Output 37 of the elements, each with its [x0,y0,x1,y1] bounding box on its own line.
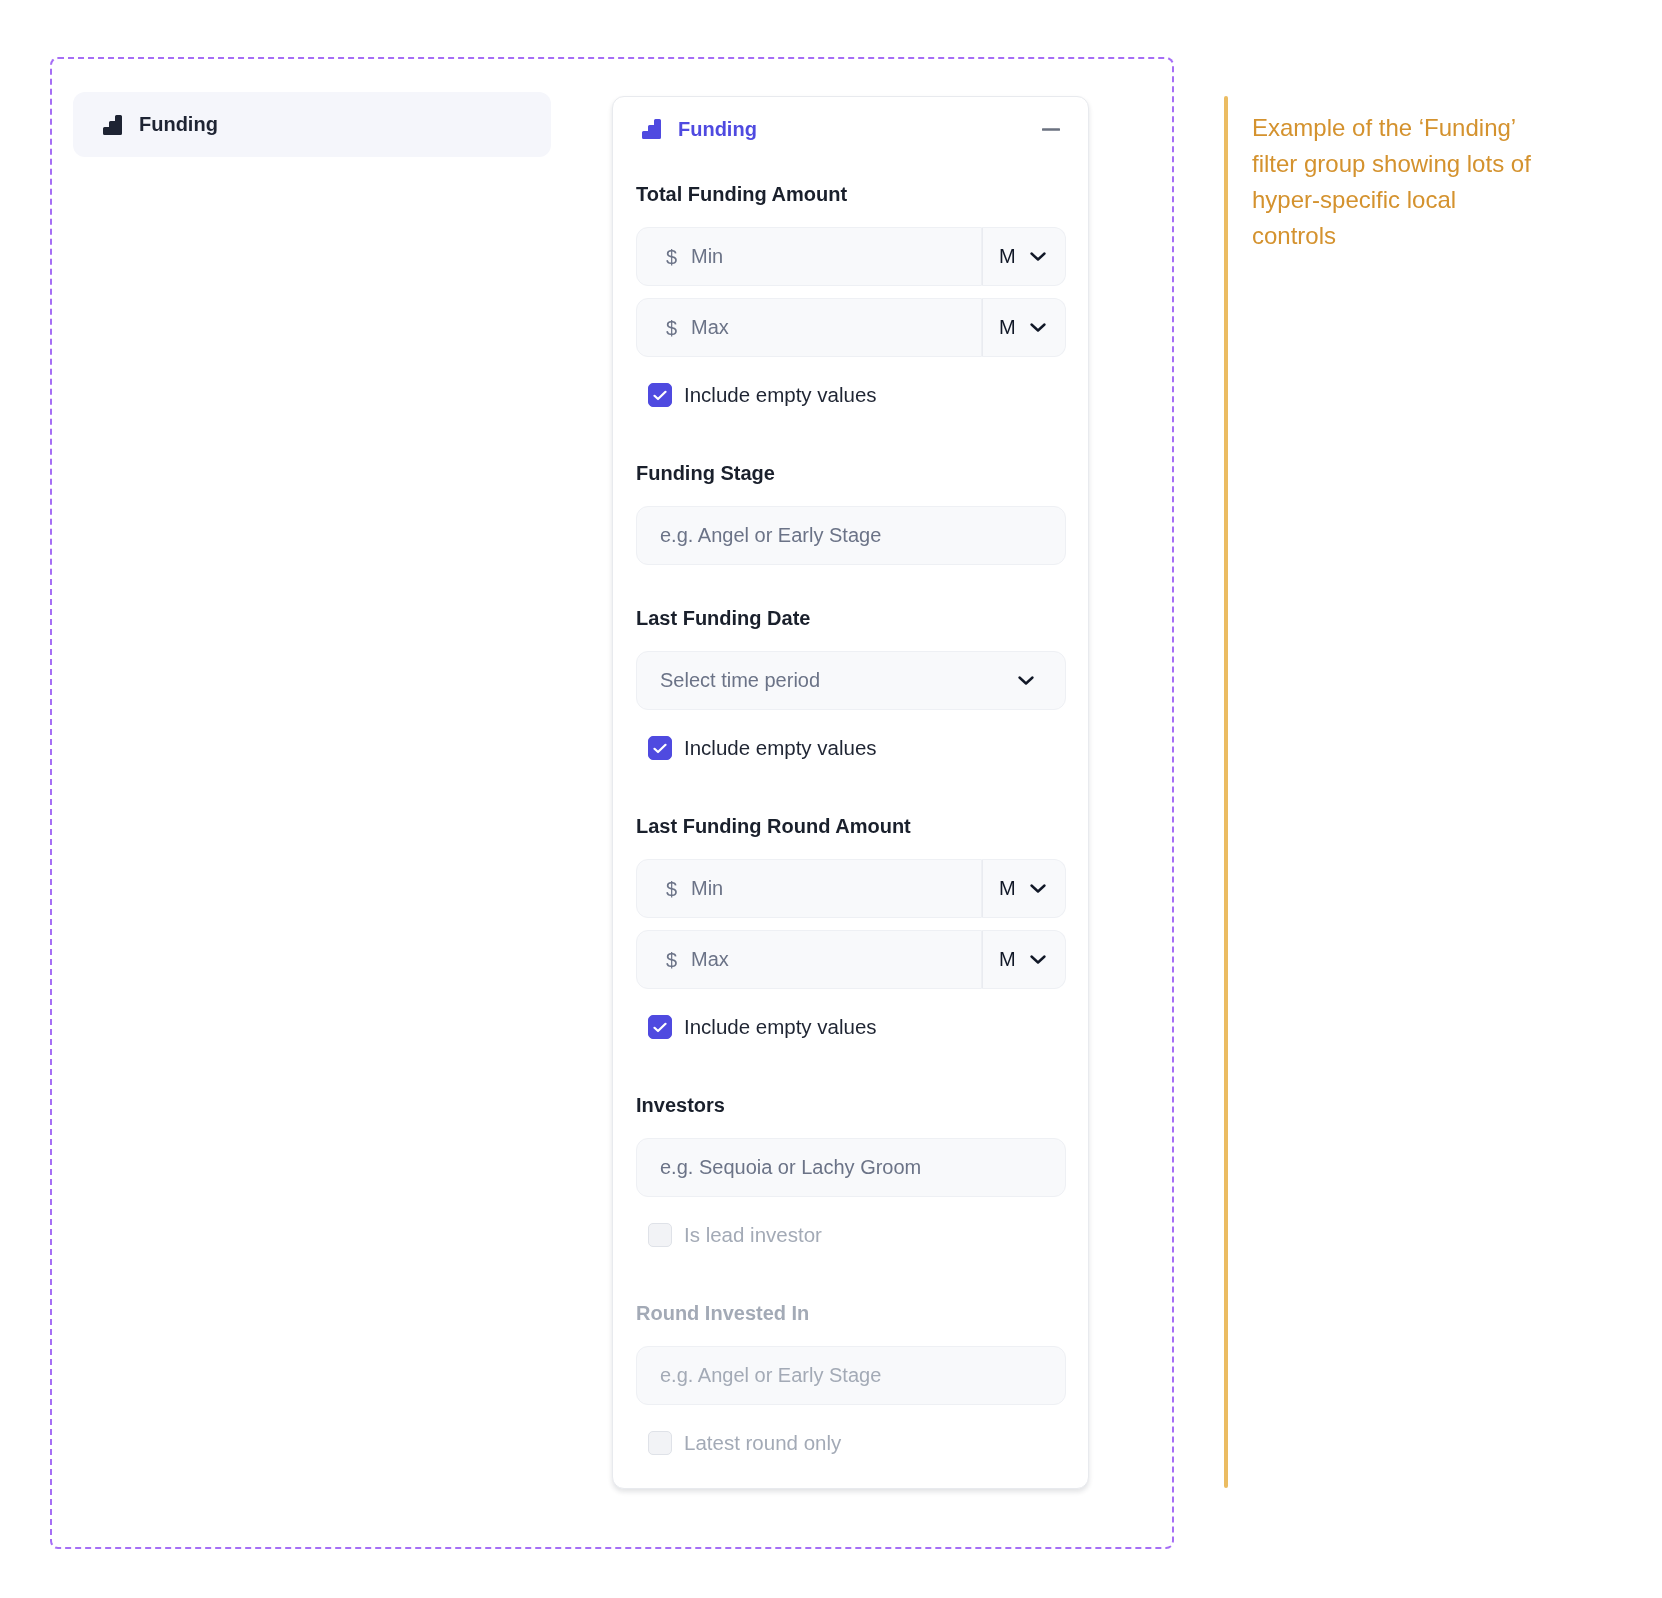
unit-dropdown[interactable]: M [982,859,1066,918]
currency-symbol: $ [666,947,678,972]
checkbox-label[interactable]: Include empty values [684,1013,877,1041]
input-field[interactable]: e.g. Angel or Early Stage [636,506,1066,565]
select-dropdown[interactable]: Select time period [636,651,1066,710]
chevron-down-icon [1030,252,1046,261]
checkbox[interactable] [648,1015,672,1039]
currency-symbol: $ [666,315,678,340]
checkbox-label[interactable]: Include empty values [684,381,877,409]
input-field[interactable]: e.g. Sequoia or Lachy Groom [636,1138,1066,1197]
annotation-text: Example of the ‘Funding’ filter group showing lots of hyper-specific local controls [1252,113,1532,251]
section-label: Round Invested In [636,1301,811,1326]
bar-chart-icon [103,114,122,135]
minus-icon[interactable] [1042,127,1060,131]
chevron-down-icon [1018,676,1034,685]
unit-dropdown[interactable]: M [982,298,1066,357]
section-label: Last Funding Date [636,606,812,631]
section-label: Last Funding Round Amount [636,814,912,839]
unit-dropdown[interactable]: M [982,930,1066,989]
section-label: Funding Stage [636,461,776,486]
panel-title: Funding [678,117,758,141]
chevron-down-icon [1030,323,1046,332]
checkbox-label[interactable]: Include empty values [684,734,877,762]
unit-dropdown[interactable]: M [982,227,1066,286]
checkbox[interactable] [648,736,672,760]
section-label: Total Funding Amount [636,182,849,207]
section-label: Investors [636,1093,726,1118]
chevron-down-icon [1030,955,1046,964]
checkbox[interactable] [648,383,672,407]
currency-symbol: $ [666,244,678,269]
checkmark-icon [653,389,667,401]
bar-chart-icon [642,119,661,139]
checkmark-icon [653,742,667,754]
currency-symbol: $ [666,876,678,901]
sidebar-item[interactable]: Funding [73,92,551,157]
chevron-down-icon [1030,884,1046,893]
checkmark-icon [653,1021,667,1033]
